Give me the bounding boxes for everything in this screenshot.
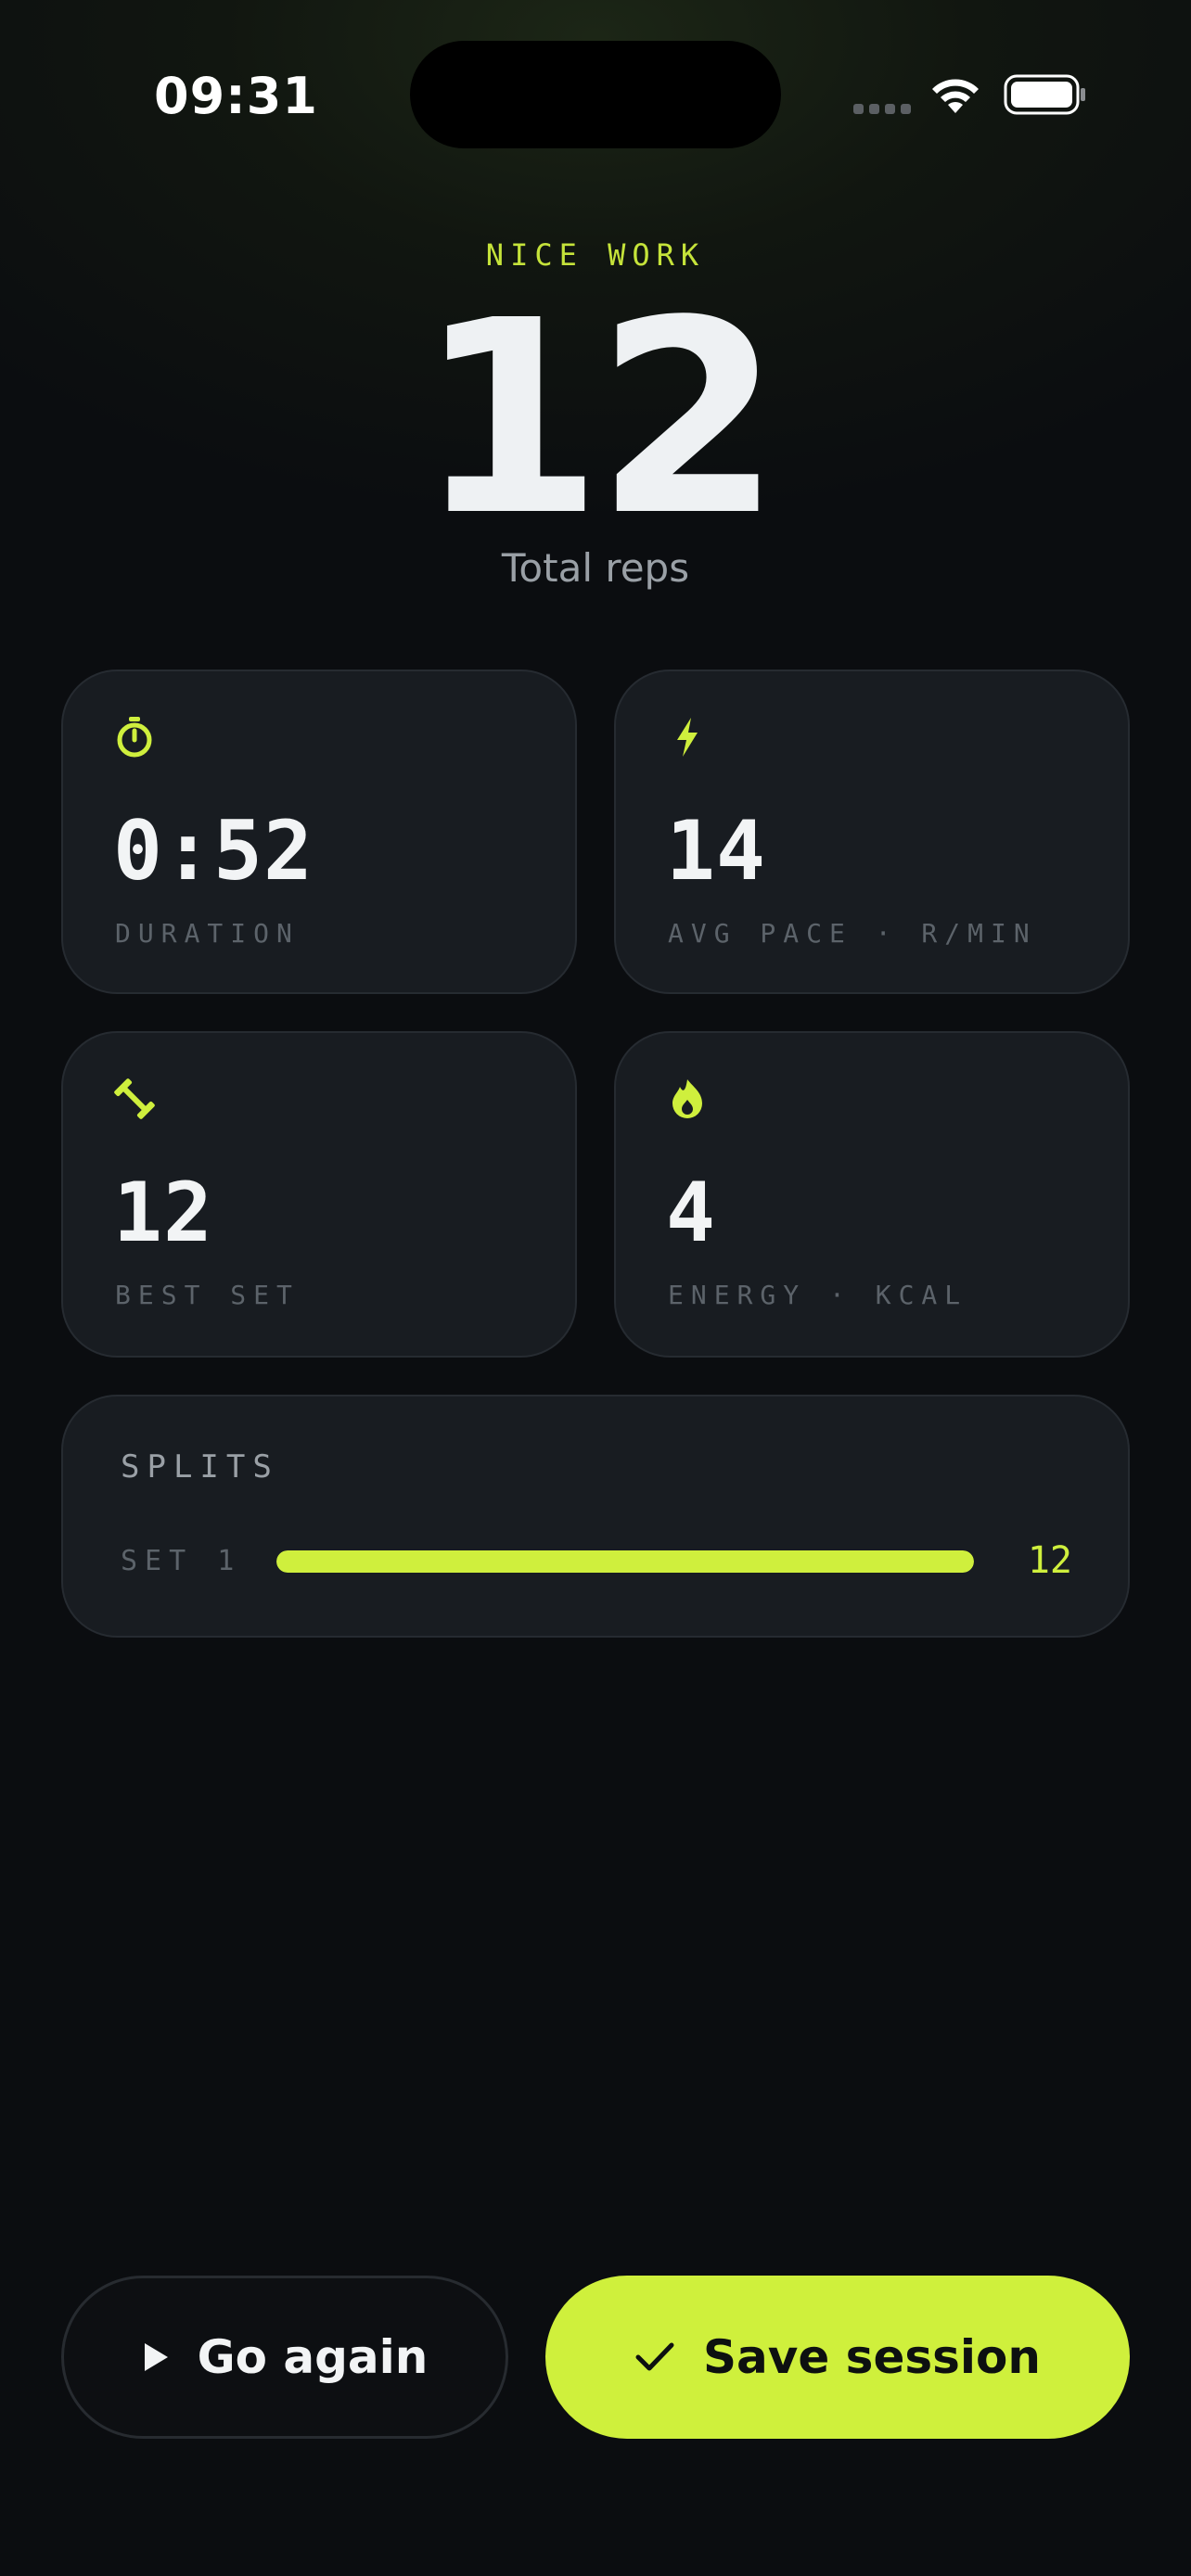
go-again-label: Go again (197, 2330, 429, 2384)
avg-pace-label: AVG PACE · R/MIN (668, 918, 1037, 949)
stopwatch-icon (113, 716, 156, 759)
best-set-label: BEST SET (115, 1280, 300, 1310)
cellular-signal-icon (853, 104, 911, 114)
splits-title: SPLITS (121, 1448, 279, 1486)
save-session-label: Save session (703, 2330, 1041, 2384)
best-set-value: 12 (113, 1165, 213, 1260)
avg-pace-card: 14 AVG PACE · R/MIN (614, 670, 1130, 994)
play-icon (144, 2343, 168, 2371)
energy-label: ENERGY · KCAL (668, 1280, 968, 1310)
checkmark-icon (635, 2342, 674, 2371)
split-row-label: SET 1 (121, 1545, 242, 1577)
lightning-icon (666, 716, 709, 759)
battery-icon (1004, 74, 1085, 115)
status-time: 09:31 (154, 67, 318, 125)
duration-label: DURATION (115, 918, 300, 949)
dumbbell-icon (113, 1078, 156, 1120)
flame-icon (666, 1078, 709, 1120)
wifi-icon (932, 79, 979, 113)
save-session-button[interactable]: Save session (545, 2276, 1130, 2439)
duration-value: 0:52 (113, 803, 314, 899)
dynamic-island (410, 41, 781, 148)
split-row-value: 12 (1027, 1539, 1072, 1582)
go-again-button[interactable]: Go again (61, 2276, 508, 2439)
splits-card: SPLITS SET 1 12 (61, 1395, 1130, 1638)
best-set-card: 12 BEST SET (61, 1031, 577, 1358)
energy-card: 4 ENERGY · KCAL (614, 1031, 1130, 1358)
avg-pace-value: 14 (666, 803, 766, 899)
total-reps-caption: Total reps (501, 545, 690, 591)
duration-card: 0:52 DURATION (61, 670, 577, 994)
split-progress-bar (276, 1550, 974, 1573)
energy-value: 4 (666, 1165, 716, 1260)
split-progress-fill (276, 1550, 974, 1573)
total-reps-value: 12 (416, 263, 782, 574)
